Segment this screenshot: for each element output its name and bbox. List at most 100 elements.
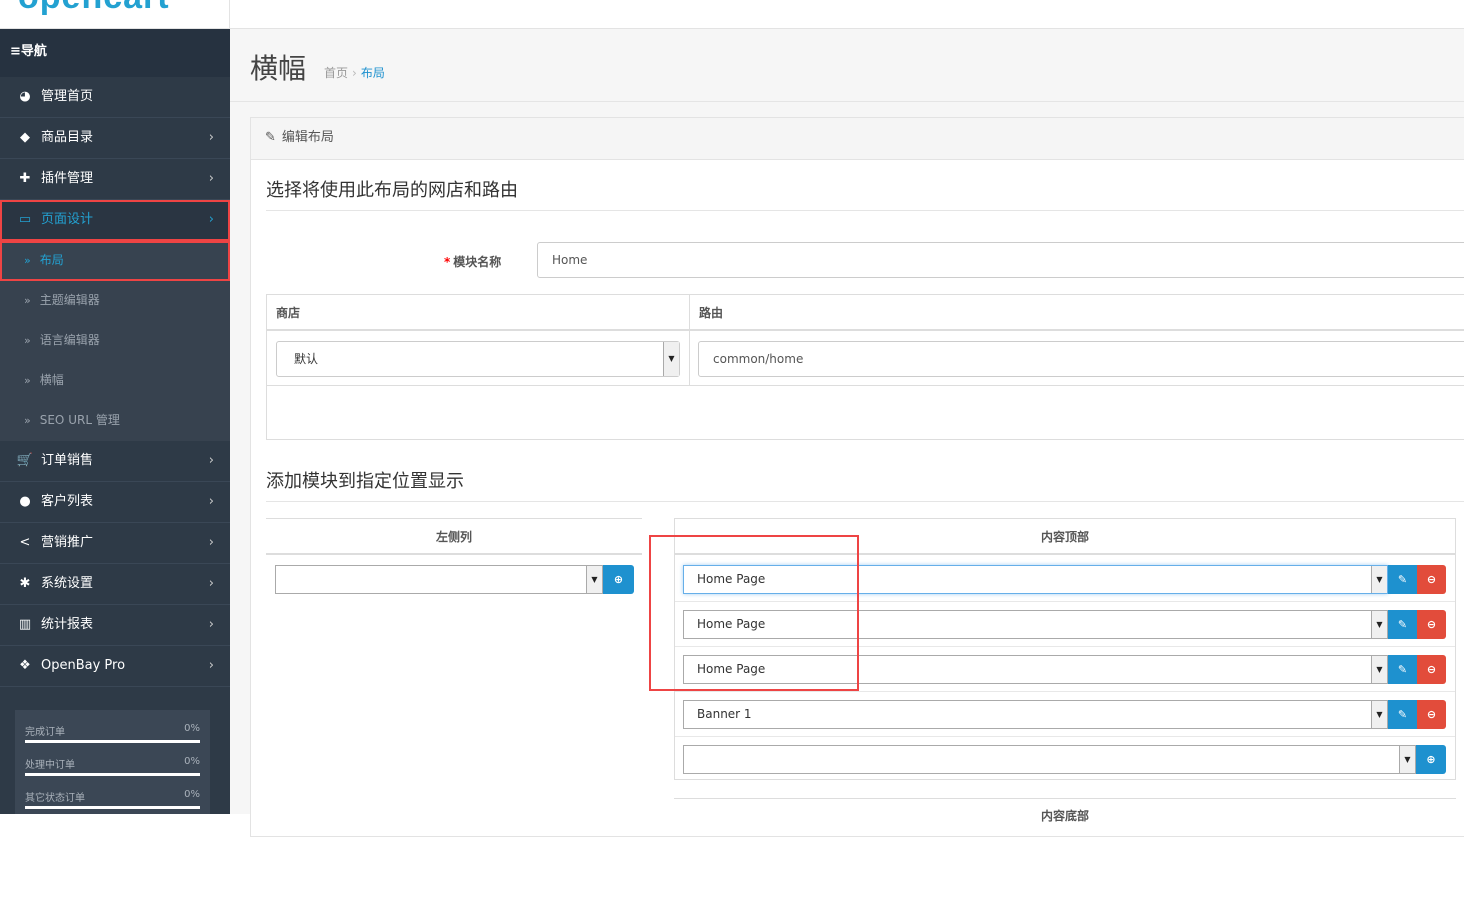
sidebar-subitem-seo-url[interactable]: » SEO URL 管理 xyxy=(0,401,230,441)
remove-module-button[interactable]: ⊖ xyxy=(1417,700,1446,729)
sidebar-subitem-label: 语言编辑器 xyxy=(39,333,100,347)
sidebar-item-label: 客户列表 xyxy=(41,494,94,509)
column-content-bottom-title: 内容底部 xyxy=(1040,809,1089,823)
chevron-down-icon: ▼ xyxy=(1371,566,1387,593)
sidebar-item-label: 页面设计 xyxy=(41,212,94,227)
remove-module-button[interactable]: ⊖ xyxy=(1417,655,1446,684)
panel-heading: ✎ 编辑布局 xyxy=(251,118,1464,160)
dashboard-icon: ◕ xyxy=(19,89,31,104)
progress-bar xyxy=(25,773,200,776)
opencart-logo[interactable]: opencart xyxy=(0,0,230,29)
chevron-right-icon: › xyxy=(208,494,214,509)
page-header: 横幅 首页 › 布局 xyxy=(230,29,1464,102)
route-input[interactable]: common/home xyxy=(698,341,1464,377)
store-select-value: 默认 xyxy=(294,352,319,366)
cog-icon: ✱ xyxy=(19,576,31,591)
table-divider xyxy=(267,385,1464,386)
sidebar-subitem-banner[interactable]: » 横幅 xyxy=(0,361,230,401)
sidebar-subitem-theme-editor[interactable]: » 主题编辑器 xyxy=(0,281,230,321)
double-chevron-icon: » xyxy=(24,334,31,347)
chevron-down-icon: ▼ xyxy=(586,566,602,593)
store-route-table: 商店 路由 默认 ▼ common/home xyxy=(266,294,1464,440)
sidebar-subitem-language-editor[interactable]: » 语言编辑器 xyxy=(0,321,230,361)
sidebar-item-dashboard[interactable]: ◕ 管理首页 xyxy=(0,77,230,118)
table-header-route: 路由 xyxy=(690,295,1464,331)
row-divider xyxy=(675,601,1455,602)
column-content-bottom: 内容底部 xyxy=(674,798,1456,838)
column-content-top: 内容顶部 Home Page ▼ ✎ ⊖ Home Page ▼ ✎ ⊖ Hom… xyxy=(674,518,1456,780)
double-chevron-icon: » xyxy=(24,374,31,387)
sidebar-item-label: 商品目录 xyxy=(41,130,94,145)
breadcrumb-separator: › xyxy=(352,66,357,80)
stat-processing: 处理中订单 0% xyxy=(25,753,200,786)
content-top-module-select[interactable]: Home Page ▼ xyxy=(683,610,1388,639)
breadcrumb-home[interactable]: 首页 xyxy=(324,66,348,80)
edit-module-button[interactable]: ✎ xyxy=(1388,610,1417,639)
store-select[interactable]: 默认 ▼ xyxy=(276,341,680,377)
content-top-module-select[interactable]: Home Page ▼ xyxy=(683,655,1388,684)
sidebar-item-system[interactable]: ✱ 系统设置 › xyxy=(0,564,230,605)
desktop-icon: ▭ xyxy=(18,212,32,227)
progress-bar xyxy=(25,806,200,809)
stat-value: 0% xyxy=(184,789,200,800)
minus-circle-icon: ⊖ xyxy=(1426,573,1437,586)
layout-name-label: * 模块名称 xyxy=(444,253,501,270)
sidebar-item-label: 系统设置 xyxy=(41,576,94,591)
sidebar-item-design[interactable]: ▭ 页面设计 › xyxy=(0,200,230,241)
layout-name-input[interactable]: Home xyxy=(537,242,1464,278)
add-module-button[interactable]: ⊕ xyxy=(603,565,634,594)
edit-module-button[interactable]: ✎ xyxy=(1388,700,1417,729)
chevron-down-icon: ▼ xyxy=(1371,656,1387,683)
sidebar-item-reports[interactable]: ▥ 统计报表 › xyxy=(0,605,230,646)
double-chevron-icon: » xyxy=(24,294,31,307)
chevron-right-icon: › xyxy=(208,453,214,468)
sidebar-item-label: 营销推广 xyxy=(41,535,94,550)
sidebar-subitem-label: 布局 xyxy=(39,253,64,267)
stat-complete: 完成订单 0% xyxy=(25,720,200,753)
content-top-module-select[interactable]: Banner 1 ▼ xyxy=(683,700,1388,729)
chevron-right-icon: › xyxy=(208,535,214,550)
remove-module-button[interactable]: ⊖ xyxy=(1417,610,1446,639)
module-select-value: Home Page xyxy=(697,662,766,676)
minus-circle-icon: ⊖ xyxy=(1426,618,1437,631)
double-chevron-icon: » xyxy=(24,414,31,427)
table-header-store: 商店 xyxy=(267,295,690,331)
content-top-module-select[interactable]: Home Page ▼ xyxy=(683,565,1388,594)
required-star: * xyxy=(444,255,451,269)
sidebar-item-catalog[interactable]: ◆ 商品目录 › xyxy=(0,118,230,159)
edit-module-button[interactable]: ✎ xyxy=(1388,655,1417,684)
chevron-right-icon: › xyxy=(208,171,214,186)
chevron-right-icon: › xyxy=(208,130,214,145)
chevron-right-icon: › xyxy=(208,212,214,227)
sidebar-item-extensions[interactable]: ✚ 插件管理 › xyxy=(0,159,230,200)
minus-circle-icon: ⊖ xyxy=(1426,663,1437,676)
sidebar-item-marketing[interactable]: < 营销推广 › xyxy=(0,523,230,564)
nav-title[interactable]: ≡导航 xyxy=(0,29,230,77)
cubes-icon: ❖ xyxy=(19,658,31,673)
sidebar-subitem-label: SEO URL 管理 xyxy=(39,413,120,427)
remove-module-button[interactable]: ⊖ xyxy=(1417,565,1446,594)
edit-module-button[interactable]: ✎ xyxy=(1388,565,1417,594)
module-select-value: Banner 1 xyxy=(697,707,752,721)
table-divider xyxy=(689,295,690,386)
add-module-button[interactable]: ⊕ xyxy=(1416,745,1446,774)
content-top-add-select[interactable]: ▼ xyxy=(683,745,1416,774)
sidebar-subitem-layout[interactable]: » 布局 xyxy=(0,241,230,281)
column-left-module-select[interactable]: ▼ xyxy=(275,565,603,594)
breadcrumb: 首页 › 布局 xyxy=(324,64,385,81)
main-content: 横幅 首页 › 布局 ✎ 编辑布局 选择将使用此布局的网店和路由 * 模块名称 Home… xyxy=(230,29,1464,837)
sidebar-item-sales[interactable]: 🛒 订单销售 › xyxy=(0,441,230,482)
sidebar-item-label: 统计报表 xyxy=(41,617,94,632)
edit-layout-panel: ✎ 编辑布局 选择将使用此布局的网店和路由 * 模块名称 Home 商店 路由 默认… xyxy=(250,117,1464,837)
stat-label: 其它状态订单 xyxy=(25,793,85,804)
row-divider xyxy=(675,736,1455,737)
section-legend-modules: 添加模块到指定位置显示 xyxy=(266,467,1464,502)
chevron-down-icon: ▼ xyxy=(663,342,679,376)
sidebar-item-customers[interactable]: ● 客户列表 › xyxy=(0,482,230,523)
breadcrumb-current[interactable]: 布局 xyxy=(361,66,385,80)
pencil-icon: ✎ xyxy=(1397,618,1408,631)
row-divider xyxy=(675,646,1455,647)
column-content-top-title: 内容顶部 xyxy=(675,519,1455,555)
sidebar-item-openbay[interactable]: ❖ OpenBay Pro › xyxy=(0,646,230,687)
plus-circle-icon: ⊕ xyxy=(1426,753,1436,766)
